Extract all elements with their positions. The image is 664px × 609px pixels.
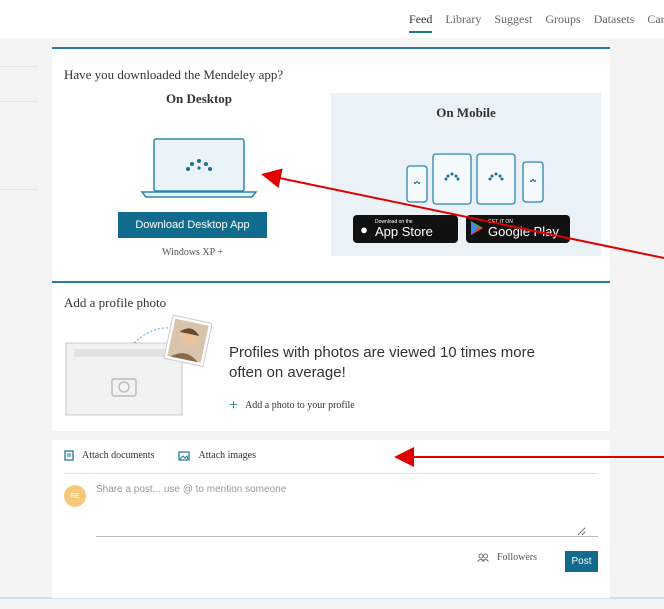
post-button[interactable]: Post: [565, 551, 598, 572]
google-play-badge[interactable]: GET IT ON Google Play: [466, 215, 570, 243]
nav-feed[interactable]: Feed: [409, 12, 433, 33]
add-photo-label: Add a photo to your profile: [245, 400, 355, 411]
attach-images-label: Attach images: [198, 450, 256, 461]
left-divider: [0, 66, 38, 67]
app-store-big: App Store: [375, 224, 433, 239]
share-post-input[interactable]: [96, 484, 586, 536]
attach-images-button[interactable]: Attach images: [178, 450, 256, 461]
app-card-title: Have you downloaded the Mendeley app?: [64, 67, 284, 82]
desktop-column: On Desktop: [114, 91, 284, 107]
google-play-big: Google Play: [488, 224, 559, 239]
plus-icon: +: [229, 396, 239, 414]
composer-divider: [64, 473, 598, 474]
profile-photo-message: Profiles with photos are viewed 10 times…: [229, 344, 535, 381]
followers-label: Followers: [497, 552, 537, 563]
composer-underline: [96, 536, 598, 537]
audience-selector[interactable]: Followers: [477, 552, 537, 563]
followers-icon: [477, 553, 489, 562]
photo-card-title: Add a profile photo: [64, 295, 167, 310]
profile-photo-card: Add a profile photo Profiles with photos…: [52, 281, 610, 431]
profile-photo-illustration: [65, 314, 212, 416]
attach-options: Attach documents Attach images: [64, 450, 256, 461]
avatar: RE: [64, 485, 86, 507]
desktop-heading: On Desktop: [165, 91, 233, 106]
nav-library[interactable]: Library: [445, 12, 481, 33]
download-desktop-app-button[interactable]: Download Desktop App: [118, 212, 267, 238]
left-divider: [0, 101, 38, 102]
laptop-illustration: [140, 138, 258, 198]
nav-datasets[interactable]: Datasets: [594, 12, 635, 33]
post-composer-card: Attach documents Attach images RE Follow…: [52, 440, 610, 598]
mobile-panel: On Mobile ● Download on the App Store GE…: [331, 93, 601, 256]
apple-icon: ●: [360, 221, 368, 237]
attach-image-icon: [178, 450, 191, 461]
nav-links: Feed Library Suggest Groups Datasets Car…: [409, 12, 664, 33]
add-photo-link[interactable]: + Add a photo to your profile: [229, 396, 355, 414]
nav-groups[interactable]: Groups: [545, 12, 580, 33]
nav-suggest[interactable]: Suggest: [494, 12, 532, 33]
mobile-heading: On Mobile: [436, 105, 496, 120]
attach-documents-label: Attach documents: [82, 450, 155, 461]
left-divider: [0, 189, 38, 190]
attach-document-icon: [64, 450, 74, 461]
app-download-card: Have you downloaded the Mendeley app? On…: [52, 47, 610, 293]
app-store-badge[interactable]: ● Download on the App Store: [353, 215, 458, 243]
mobile-devices-illustration: [406, 153, 544, 205]
attach-documents-button[interactable]: Attach documents: [64, 450, 154, 461]
google-play-icon: [466, 220, 488, 239]
nav-careers[interactable]: Care: [647, 12, 664, 33]
windows-requirement: Windows XP +: [162, 247, 223, 258]
top-navigation: Feed Library Suggest Groups Datasets Car…: [0, 0, 664, 38]
mendeley-logo-icon: [414, 172, 536, 184]
